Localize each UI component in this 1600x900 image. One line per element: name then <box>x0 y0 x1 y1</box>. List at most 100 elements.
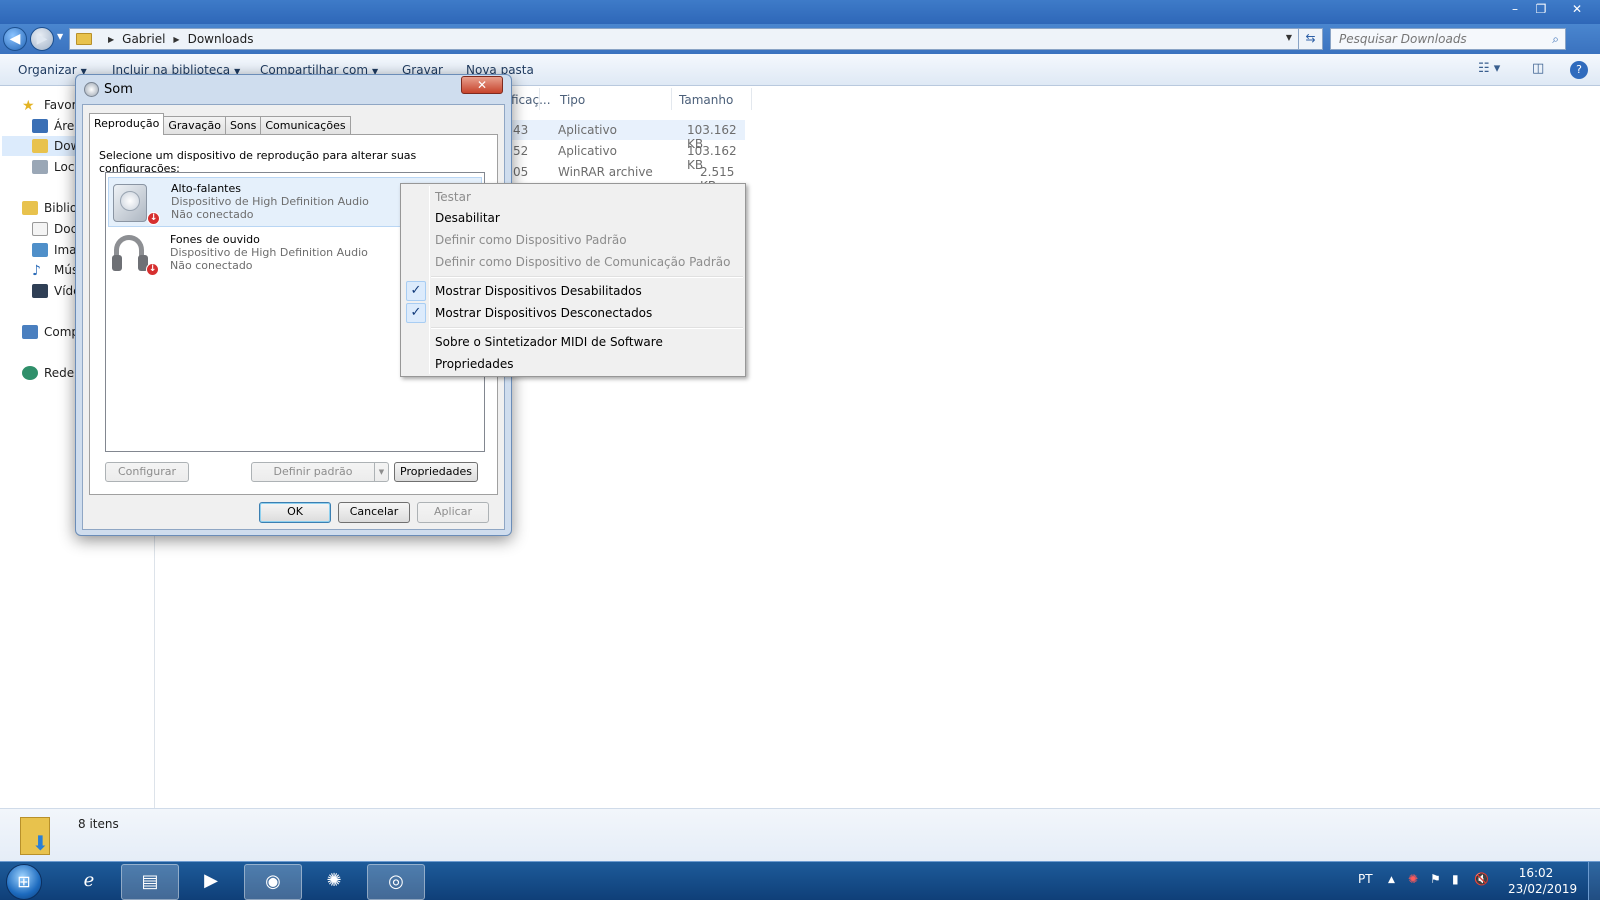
column-size[interactable]: Tamanho <box>679 93 733 107</box>
breadcrumb-chevron-icon[interactable]: ▶ <box>173 35 179 44</box>
nav-videos[interactable]: Víde <box>32 284 81 298</box>
show-desktop-button[interactable] <box>1588 862 1600 900</box>
file-explorer-taskbar-icon[interactable]: ▤ <box>121 864 179 900</box>
menu-item-disable[interactable]: Desabilitar <box>403 208 743 228</box>
help-icon[interactable]: ? <box>1570 61 1588 79</box>
download-arrow-icon: ⬇ <box>32 831 49 855</box>
organize-label: Organizar <box>18 63 77 77</box>
details-pane: ⬇ 8 itens <box>0 808 1600 861</box>
menu-item-show-disabled[interactable]: ✓ Mostrar Dispositivos Desabilitados <box>403 281 743 301</box>
disconnected-badge-icon: ↓ <box>146 263 159 276</box>
apply-button[interactable]: Aplicar <box>417 502 489 523</box>
refresh-icon[interactable]: ⇆ <box>1298 28 1322 50</box>
menu-item-about-midi[interactable]: Sobre o Sintetizador MIDI de Software <box>403 332 743 352</box>
tab-strip: Reprodução Gravação Sons Comunicações <box>89 113 351 135</box>
menu-item-label: Testar <box>435 190 471 204</box>
file-type: Aplicativo <box>558 123 617 137</box>
menu-item-set-default-communication[interactable]: Definir como Dispositivo de Comunicação … <box>403 252 743 272</box>
explorer-titlebar: – ❐ ✕ <box>0 0 1600 24</box>
checkmark-icon: ✓ <box>406 303 426 323</box>
action-center-flag-icon[interactable]: ⚑ <box>1430 872 1441 886</box>
menu-item-label: Definir como Dispositivo de Comunicação … <box>435 255 731 269</box>
nav-network[interactable]: Rede <box>22 366 74 380</box>
device-driver: Dispositivo de High Definition Audio <box>170 246 368 259</box>
menu-item-properties[interactable]: Propriedades <box>403 354 743 374</box>
videos-icon <box>32 284 48 298</box>
address-row: ◀ ▶ ▼ ▶ Gabriel ▶ Downloads ▼ ⇆ ⌕ <box>0 24 1600 54</box>
checkmark-icon: ✓ <box>406 281 426 301</box>
taskbar: ⊞ ℯ ▤ ▶ ◉ ✺ ◎ PT ▲ ✺ ⚑ ▮ 🔇 16:02 23/02/2… <box>0 861 1600 900</box>
nav-computer[interactable]: Comp <box>22 325 79 339</box>
breadcrumb-downloads[interactable]: Downloads <box>188 32 254 46</box>
address-dropdown-icon[interactable]: ▼ <box>1286 33 1292 42</box>
search-icon[interactable]: ⌕ <box>1552 32 1559 47</box>
close-dialog-button[interactable]: ✕ <box>461 76 503 94</box>
view-options-icon[interactable]: ☷ ▾ <box>1478 61 1500 76</box>
menu-item-label: Definir como Dispositivo Padrão <box>435 233 627 247</box>
internet-explorer-taskbar-icon[interactable]: ℯ <box>60 864 118 900</box>
show-hidden-icons-icon[interactable]: ▲ <box>1388 875 1395 885</box>
documents-icon <box>32 222 48 236</box>
menu-separator <box>431 327 743 329</box>
clock[interactable]: 16:02 23/02/2019 <box>1508 865 1578 897</box>
clock-date: 23/02/2019 <box>1508 882 1578 896</box>
column-separator[interactable] <box>671 88 672 110</box>
nav-libraries[interactable]: Bibliot <box>22 201 82 215</box>
disconnected-badge-icon: ↓ <box>147 212 160 225</box>
menu-item-show-disconnected[interactable]: ✓ Mostrar Dispositivos Desconectados <box>403 303 743 323</box>
search-input[interactable] <box>1339 32 1539 46</box>
desktop-icon <box>32 119 48 133</box>
network-signal-icon[interactable]: ▮ <box>1452 872 1459 886</box>
column-date-modified[interactable]: ficaç... <box>511 93 551 107</box>
cancel-button[interactable]: Cancelar <box>338 502 410 523</box>
file-date: 43 <box>513 123 529 137</box>
forward-button[interactable]: ▶ <box>30 27 54 51</box>
menu-item-test[interactable]: Testar <box>403 187 743 207</box>
start-button[interactable]: ⊞ <box>6 864 42 900</box>
configure-button[interactable]: Configurar <box>105 462 189 482</box>
tab-sounds[interactable]: Sons <box>224 116 262 135</box>
computer-icon <box>22 325 38 339</box>
headphones-icon: ↓ <box>112 233 159 276</box>
preview-pane-icon[interactable]: ◫ <box>1532 61 1544 76</box>
firefox-taskbar-icon[interactable]: ◉ <box>244 864 302 900</box>
device-name: Fones de ouvido <box>170 233 260 246</box>
item-count: 8 itens <box>78 817 119 831</box>
volume-muted-icon[interactable]: 🔇 <box>1474 872 1489 886</box>
ok-button[interactable]: OK <box>259 502 331 523</box>
set-default-button[interactable]: Definir padrão ▼ <box>251 462 389 482</box>
menu-item-set-default-device[interactable]: Definir como Dispositivo Padrão <box>403 230 743 250</box>
recent-pages-chevron-icon[interactable]: ▼ <box>57 32 63 41</box>
device-status: Não conectado <box>171 208 254 221</box>
dialog-title: Som <box>104 82 133 97</box>
clock-time: 16:02 <box>1518 866 1554 880</box>
nav-music[interactable]: ♪ Mús <box>32 263 78 279</box>
tab-communications[interactable]: Comunicações <box>260 116 351 135</box>
folder-icon <box>76 33 92 45</box>
column-separator[interactable] <box>751 88 752 110</box>
breadcrumb-gabriel[interactable]: Gabriel <box>122 32 165 46</box>
minimize-icon[interactable]: – <box>1502 0 1528 18</box>
maximize-icon[interactable]: ❐ <box>1528 0 1554 18</box>
set-default-label: Definir padrão <box>273 465 353 478</box>
tab-recording[interactable]: Gravação <box>163 116 226 135</box>
file-date: 52 <box>513 144 529 158</box>
device-name: Alto-falantes <box>171 182 241 195</box>
tab-playback[interactable]: Reprodução <box>89 113 165 135</box>
search-box[interactable]: ⌕ <box>1330 28 1566 50</box>
language-indicator[interactable]: PT <box>1358 872 1373 886</box>
window-controls: – ❐ ✕ <box>1502 0 1600 18</box>
antivirus-tray-icon[interactable]: ✺ <box>1408 872 1418 886</box>
sound-taskbar-icon[interactable]: ◎ <box>367 864 425 900</box>
antivirus-taskbar-icon[interactable]: ✺ <box>305 864 363 900</box>
back-button[interactable]: ◀ <box>3 27 27 51</box>
chevron-down-icon[interactable]: ▼ <box>374 463 388 481</box>
media-player-taskbar-icon[interactable]: ▶ <box>182 864 240 900</box>
close-window-icon[interactable]: ✕ <box>1554 0 1600 18</box>
column-type[interactable]: Tipo <box>560 93 585 107</box>
recent-places-icon <box>32 160 48 174</box>
column-separator[interactable] <box>539 88 540 110</box>
properties-button[interactable]: Propriedades <box>394 462 478 482</box>
address-bar[interactable]: ▶ Gabriel ▶ Downloads ▼ ⇆ <box>69 28 1323 50</box>
breadcrumb-chevron-icon[interactable]: ▶ <box>108 35 114 44</box>
